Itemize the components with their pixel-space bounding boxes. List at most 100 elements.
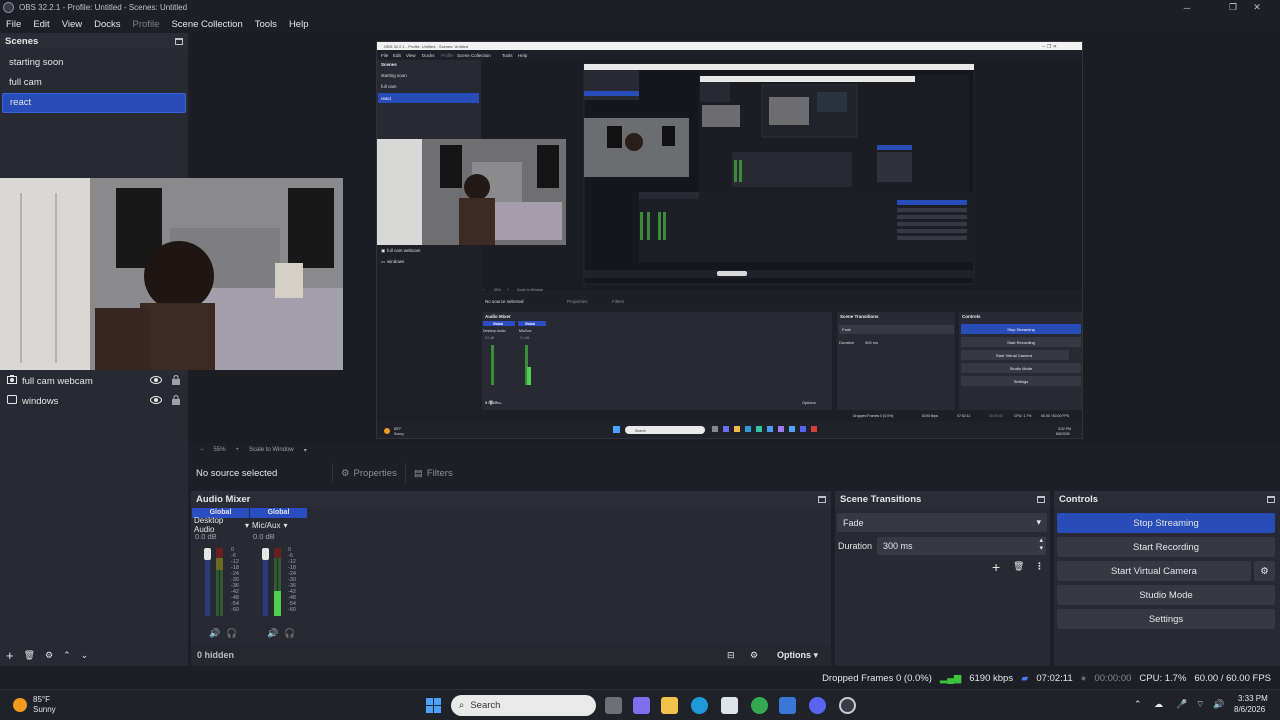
menu-profile[interactable]: Profile [133,19,160,30]
monitor-headphones-icon[interactable]: 🎧 [226,628,237,639]
clock-date[interactable]: 8/6/2026 [1234,705,1265,714]
edge-browser-icon[interactable] [691,697,708,714]
file-explorer-icon[interactable] [661,697,678,714]
chevron-down-icon[interactable]: ▾ [304,447,307,454]
volume-slider-handle[interactable] [262,548,269,560]
channel-name-button[interactable]: Mic/Aux ▾ [250,518,307,532]
nested-menu-item: Tools [502,53,513,58]
add-source-icon[interactable]: + [6,648,14,663]
minimize-button[interactable]: ─ [1164,0,1210,15]
close-button[interactable]: ✕ [1234,0,1280,15]
nested-zoom-plus-icon: + [507,288,509,292]
level-meter-red-zone [274,548,281,558]
source-item-full-cam-webcam[interactable]: full cam webcam [0,371,188,391]
fps: 60.00 / 60.00 FPS [1194,672,1271,684]
move-up-icon[interactable]: ⌃ [63,650,71,661]
speaker-icon[interactable]: 🔊 [267,628,278,639]
nested-dropped-frames: Dropped Frames 0 (0.0%) [853,414,893,418]
audio-mixer-header: Audio Mixer [191,491,831,507]
weather-sun-icon[interactable] [13,698,27,712]
nested-window-icon: ▭ [381,259,386,264]
nested-weather-desc: Sunny [394,432,404,436]
task-view-icon[interactable] [605,697,622,714]
chrome-icon[interactable] [751,697,768,714]
dropped-frames: Dropped Frames 0 (0.0%) [822,672,932,684]
mixer-layout-icon[interactable]: ⊟ [727,650,735,661]
scene-item-react[interactable]: react [2,93,186,113]
discord-icon[interactable] [809,697,826,714]
camera-icon [7,375,17,387]
store-icon[interactable] [721,697,738,714]
transition-menu-icon[interactable]: ⋮ [1035,561,1044,572]
undock-icon[interactable] [175,37,183,45]
nested-window-controls-icon: ─ ❐ ✕ [1041,44,1057,50]
duration-input[interactable]: 300 ms ▴ ▾ [877,537,1046,555]
volume-slider-handle[interactable] [204,548,211,560]
webcam-source-image[interactable] [0,178,343,370]
menu-help[interactable]: Help [289,19,309,30]
remove-source-icon[interactable]: 🗑 [24,650,35,661]
nested-mixer-title: Audio Mixer [485,314,511,319]
undock-icon[interactable] [818,495,826,503]
bitrate: 6190 kbps [969,672,1014,684]
tray-cloud-icon[interactable]: ☁ [1154,699,1163,710]
clock-time[interactable]: 3:33 PM [1238,694,1268,703]
photos-icon[interactable] [779,697,796,714]
visibility-eye-icon[interactable] [150,395,162,407]
nested-scene-item: starting soon [381,73,407,78]
audio-mixer-title: Audio Mixer [196,493,251,505]
lock-icon[interactable] [172,394,180,408]
obs-taskbar-icon[interactable] [839,697,856,714]
microphone-icon[interactable]: 🎤 [1176,699,1187,710]
start-virtual-camera-button[interactable]: Start Virtual Camera [1057,561,1251,581]
hidden-count[interactable]: 0 hidden [197,650,234,660]
nested-options: Options [802,400,816,405]
scale-to-window-label[interactable]: Scale to Window [249,447,294,453]
volume-icon[interactable]: 🔊 [1213,699,1224,710]
move-down-icon[interactable]: ⌄ [81,650,89,661]
zoom-in-icon[interactable]: + [236,447,240,453]
record-time: 00:00:00 [1094,672,1132,684]
taskbar-search-box[interactable]: ⌕ Search [451,695,596,716]
zoom-out-icon[interactable]: − [200,447,204,453]
wifi-icon[interactable]: ⌔ [1196,699,1204,710]
add-transition-icon[interactable]: + [992,559,1000,575]
start-recording-button[interactable]: Start Recording [1057,537,1275,557]
stop-streaming-button[interactable]: Stop Streaming [1057,513,1275,533]
monitor-headphones-icon[interactable]: 🎧 [284,628,295,639]
menu-scene-collection[interactable]: Scene Collection [171,19,242,30]
menu-tools[interactable]: Tools [255,19,277,30]
nested-stream-time: 07:02:11 [957,414,970,418]
spinner-arrows-icon[interactable]: ▴ ▾ [1039,537,1043,553]
menu-docks[interactable]: Docks [94,19,120,30]
channel-name-button[interactable]: Desktop Audio ▾ [192,516,249,534]
settings-button[interactable]: Settings [1057,609,1275,629]
zoom-level: 55% [213,447,226,453]
nested-menu-item: File [381,53,389,58]
windows-start-icon[interactable] [425,697,442,714]
undock-icon[interactable] [1267,495,1275,503]
advanced-audio-gear-icon[interactable]: ⚙ [750,650,758,661]
studio-mode-button[interactable]: Studio Mode [1057,585,1275,605]
menu-view[interactable]: View [62,19,82,30]
copilot-icon[interactable] [633,697,650,714]
lock-icon[interactable] [172,374,180,388]
source-properties-gear-icon[interactable]: ⚙ [45,650,53,661]
visibility-eye-icon[interactable] [150,375,162,387]
remove-transition-icon[interactable]: 🗑 [1013,561,1024,572]
filters-button[interactable]: ▤ Filters [404,463,461,483]
transition-select[interactable]: Fade ▾ [837,513,1047,532]
menu-edit[interactable]: Edit [33,19,49,30]
virtual-camera-gear-icon[interactable]: ⚙ [1254,561,1275,581]
properties-button[interactable]: ⚙ Properties [332,463,405,483]
options-button[interactable]: Options ▾ [777,650,818,661]
scene-item-full-cam[interactable]: full cam [2,73,186,93]
undock-icon[interactable] [1037,495,1045,503]
source-label: full cam webcam [22,375,93,387]
tray-chevron-up-icon[interactable]: ⌃ [1134,699,1142,710]
speaker-icon[interactable]: 🔊 [209,628,220,639]
source-item-windows[interactable]: windows [0,391,188,411]
scene-item-starting-soon[interactable]: starting soon [2,53,186,73]
menu-file[interactable]: File [6,19,21,30]
chevron-down-icon: ▾ [244,520,249,530]
